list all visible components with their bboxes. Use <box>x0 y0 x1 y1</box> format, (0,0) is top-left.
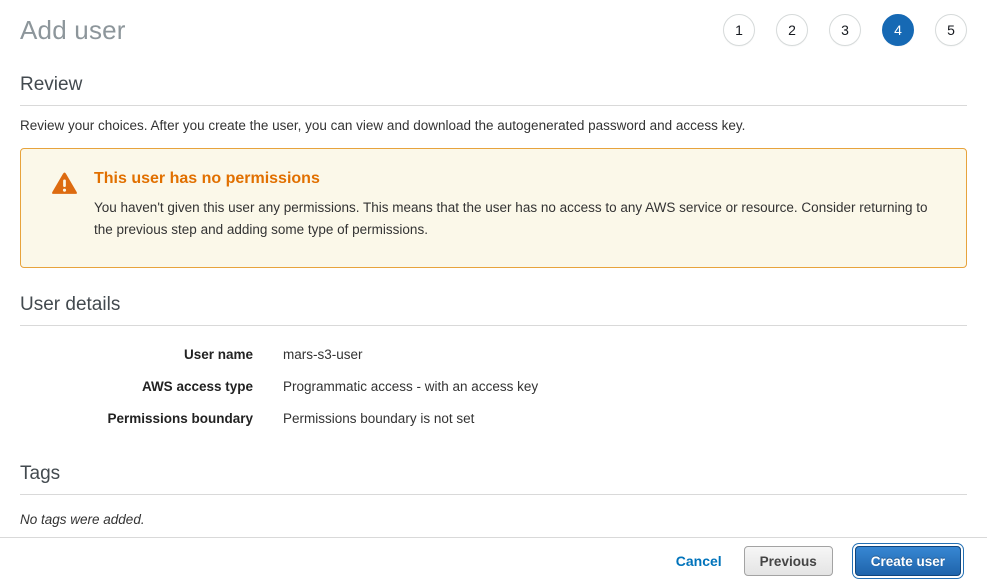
permissions-boundary-label: Permissions boundary <box>20 411 253 427</box>
review-description: Review your choices. After you create th… <box>20 118 967 133</box>
step-1-indicator[interactable]: 1 <box>723 14 755 46</box>
add-user-wizard-page: Add user 1 2 3 4 5 Review Review your ch… <box>0 0 987 527</box>
user-details-heading: User details <box>20 294 967 326</box>
cancel-link[interactable]: Cancel <box>676 553 722 569</box>
warning-body: You haven't given this user any permissi… <box>94 197 931 241</box>
tags-heading: Tags <box>20 463 967 495</box>
review-section: Review Review your choices. After you cr… <box>20 74 967 133</box>
warning-content: This user has no permissions You haven't… <box>94 170 931 243</box>
tags-empty-message: No tags were added. <box>20 512 967 527</box>
permissions-boundary-row: Permissions boundary Permissions boundar… <box>20 403 967 435</box>
previous-button[interactable]: Previous <box>744 546 833 576</box>
warning-title: This user has no permissions <box>94 170 931 188</box>
aws-access-type-value: Programmatic access - with an access key <box>253 379 538 395</box>
wizard-footer-actions: Cancel Previous Create user <box>0 537 987 576</box>
wizard-step-indicators: 1 2 3 4 5 <box>723 14 967 46</box>
review-heading: Review <box>20 74 967 106</box>
user-details-rows: User name mars-s3-user AWS access type P… <box>20 339 967 435</box>
user-name-value: mars-s3-user <box>253 347 363 363</box>
step-3-indicator[interactable]: 3 <box>829 14 861 46</box>
no-permissions-warning-callout: This user has no permissions You haven't… <box>20 148 967 268</box>
step-5-indicator[interactable]: 5 <box>935 14 967 46</box>
step-2-indicator[interactable]: 2 <box>776 14 808 46</box>
page-title: Add user <box>20 15 126 46</box>
create-user-button[interactable]: Create user <box>855 546 961 576</box>
aws-access-type-label: AWS access type <box>20 379 253 395</box>
step-4-indicator-active[interactable]: 4 <box>882 14 914 46</box>
permissions-boundary-value: Permissions boundary is not set <box>253 411 474 427</box>
warning-triangle-icon <box>52 172 77 243</box>
tags-section: Tags No tags were added. <box>20 463 967 527</box>
wizard-header: Add user 1 2 3 4 5 <box>20 0 967 46</box>
user-name-row: User name mars-s3-user <box>20 339 967 371</box>
user-details-section: User details User name mars-s3-user AWS … <box>20 294 967 435</box>
user-name-label: User name <box>20 347 253 363</box>
aws-access-type-row: AWS access type Programmatic access - wi… <box>20 371 967 403</box>
